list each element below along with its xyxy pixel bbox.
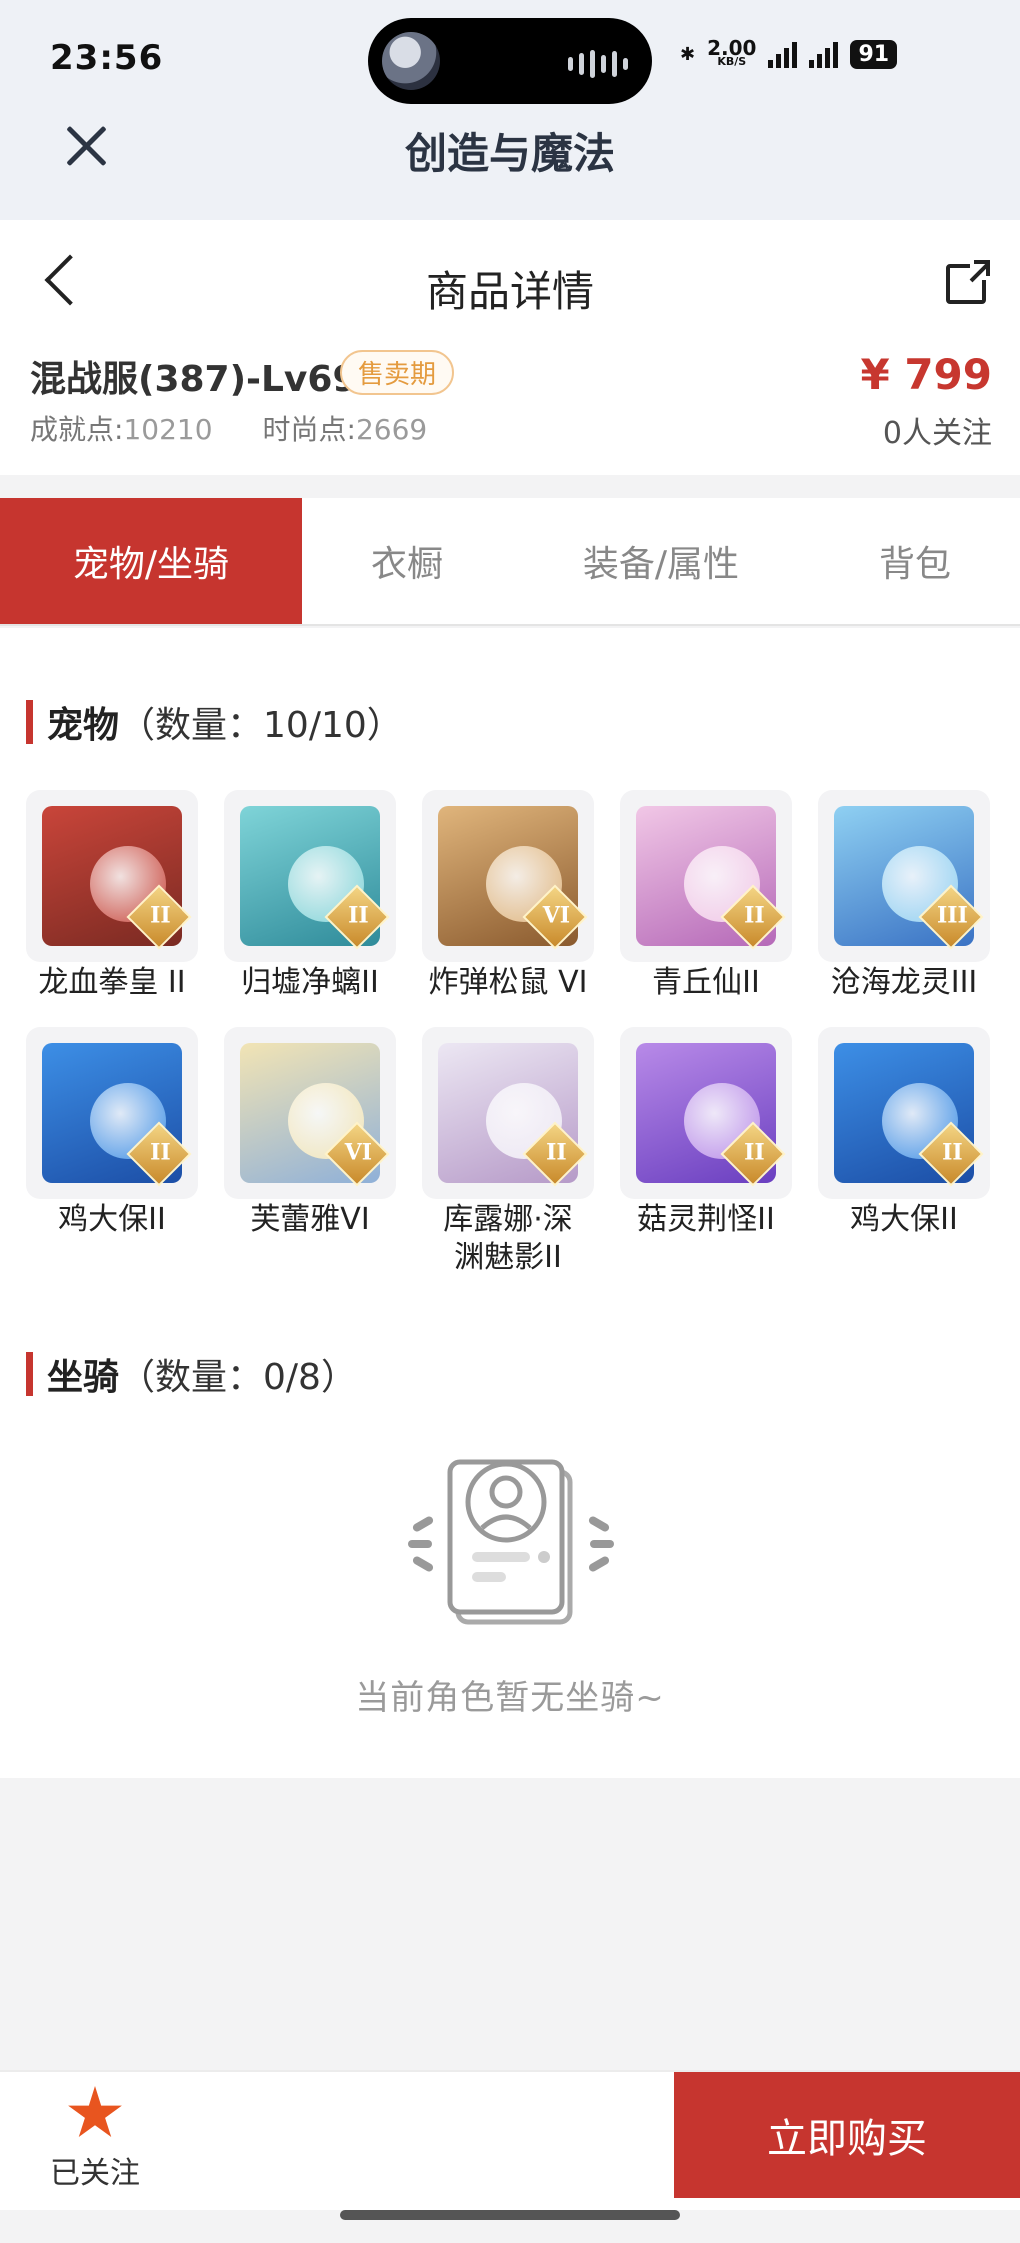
rank-label: II bbox=[150, 1139, 171, 1166]
empty-state-text: 当前角色暂无坐骑~ bbox=[355, 1678, 665, 1718]
mounts-count: （数量：0/8） bbox=[119, 1357, 357, 1398]
pet-thumbnail: II bbox=[224, 790, 396, 962]
price: ¥ 799 bbox=[860, 350, 992, 399]
share-icon[interactable] bbox=[946, 260, 990, 304]
pet-thumbnail: II bbox=[26, 1027, 198, 1199]
rank-label: II bbox=[744, 1139, 765, 1166]
status-icons: ✱ 2.00 KB/S 91 bbox=[680, 35, 898, 69]
buy-now-button[interactable]: 立即购买 bbox=[674, 2072, 1020, 2198]
app-title: 创造与魔法 bbox=[404, 129, 615, 178]
rank-label: II bbox=[942, 1139, 963, 1166]
rank-label: II bbox=[150, 902, 171, 929]
pet-card[interactable]: VI 芙蕾雅VI bbox=[222, 1027, 398, 1239]
star-icon bbox=[68, 2086, 122, 2137]
pet-card[interactable]: VI 炸弹松鼠 VI bbox=[420, 790, 596, 1002]
dynamic-island bbox=[368, 18, 652, 104]
bluetooth-icon: ✱ bbox=[680, 44, 696, 65]
net-speed: 2.00 KB/S bbox=[707, 35, 757, 68]
pet-name: 芙蕾雅VI bbox=[250, 1202, 370, 1237]
follower-count: 0人关注 bbox=[882, 416, 992, 451]
mounts-section-header: 坐骑 （数量：0/8） bbox=[26, 1348, 357, 1400]
pet-thumbnail: II bbox=[422, 1027, 594, 1199]
fashion-label: 时尚点: bbox=[262, 413, 356, 446]
tab-wardrobe[interactable]: 衣橱 bbox=[302, 498, 512, 624]
signal-icon bbox=[768, 41, 798, 68]
pets-count: （数量：10/10） bbox=[119, 705, 403, 746]
pets-section-title: 宠物 bbox=[47, 705, 120, 746]
signal-icon bbox=[809, 41, 839, 68]
tab-backpack[interactable]: 背包 bbox=[810, 498, 1020, 624]
battery-indicator: 91 bbox=[850, 40, 898, 69]
audio-wave-icon bbox=[568, 50, 628, 78]
pet-card[interactable]: II 鸡大保II bbox=[816, 1027, 992, 1239]
pet-name: 库露娜·深渊魅影II bbox=[443, 1202, 573, 1275]
empty-profile-icon bbox=[408, 1459, 614, 1625]
pet-thumbnail: VI bbox=[422, 790, 594, 962]
rank-label: II bbox=[546, 1139, 567, 1166]
pet-card[interactable]: II 鸡大保II bbox=[24, 1027, 200, 1239]
pet-name: 炸弹松鼠 VI bbox=[428, 965, 588, 1000]
rank-label: III bbox=[936, 902, 968, 929]
pet-name: 鸡大保II bbox=[850, 1202, 958, 1237]
stats-line: 成就点:10210 时尚点:2669 bbox=[30, 408, 427, 448]
bottom-action-bar: 已关注 立即购买 bbox=[0, 2070, 1020, 2210]
product-summary: 商品详情 混战服(387)-Lv69 售卖期 ¥ 799 成就点:10210 时尚… bbox=[0, 220, 1020, 475]
tab-equipment[interactable]: 装备/属性 bbox=[512, 498, 810, 624]
achievement-value: 10210 bbox=[123, 413, 213, 446]
rank-label: II bbox=[744, 902, 765, 929]
follow-label: 已关注 bbox=[50, 2156, 140, 2191]
pet-card[interactable]: III 沧海龙灵III bbox=[816, 790, 992, 1002]
pet-thumbnail: II bbox=[620, 790, 792, 962]
pet-card[interactable]: II 归墟净螭II bbox=[222, 790, 398, 1002]
pet-thumbnail: II bbox=[26, 790, 198, 962]
pet-card[interactable]: II 菇灵荆怪II bbox=[618, 1027, 794, 1239]
follow-button[interactable]: 已关注 bbox=[30, 2086, 160, 2196]
home-indicator[interactable] bbox=[340, 2210, 680, 2220]
pet-card[interactable]: II 龙血拳皇 II bbox=[24, 790, 200, 1002]
pet-name: 青丘仙II bbox=[652, 965, 760, 1000]
rank-label: VI bbox=[542, 902, 571, 929]
page-title: 商品详情 bbox=[425, 267, 594, 316]
rank-label: VI bbox=[344, 1139, 373, 1166]
tab-bar: 宠物/坐骑 衣橱 装备/属性 背包 bbox=[0, 498, 1020, 626]
pet-thumbnail: II bbox=[818, 1027, 990, 1199]
pet-card[interactable]: II 青丘仙II bbox=[618, 790, 794, 1002]
rank-label: II bbox=[348, 902, 369, 929]
pet-thumbnail: VI bbox=[224, 1027, 396, 1199]
pet-name: 菇灵荆怪II bbox=[637, 1202, 775, 1237]
pet-name: 沧海龙灵III bbox=[830, 965, 978, 1000]
tab-pets-mounts[interactable]: 宠物/坐骑 bbox=[0, 498, 302, 624]
status-badge: 售卖期 bbox=[340, 350, 455, 395]
app-header-area: 23:56 ✱ 2.00 KB/S 91 创造与魔法 bbox=[0, 0, 1020, 220]
pet-card[interactable]: II 库露娜·深渊魅影II bbox=[420, 1027, 596, 1277]
pets-section-header: 宠物 （数量：10/10） bbox=[26, 696, 403, 748]
pet-name: 鸡大保II bbox=[58, 1202, 166, 1237]
pet-name: 龙血拳皇 II bbox=[38, 965, 186, 1000]
status-time: 23:56 bbox=[50, 38, 164, 78]
avatar-icon bbox=[382, 32, 440, 90]
achievement-label: 成就点: bbox=[30, 413, 124, 446]
fashion-value: 2669 bbox=[355, 413, 428, 446]
pet-thumbnail: III bbox=[818, 790, 990, 962]
mounts-section-title: 坐骑 bbox=[47, 1357, 120, 1398]
server-level: 混战服(387)-Lv69 bbox=[30, 359, 358, 400]
pet-thumbnail: II bbox=[620, 1027, 792, 1199]
pet-name: 归墟净螭II bbox=[241, 965, 379, 1000]
